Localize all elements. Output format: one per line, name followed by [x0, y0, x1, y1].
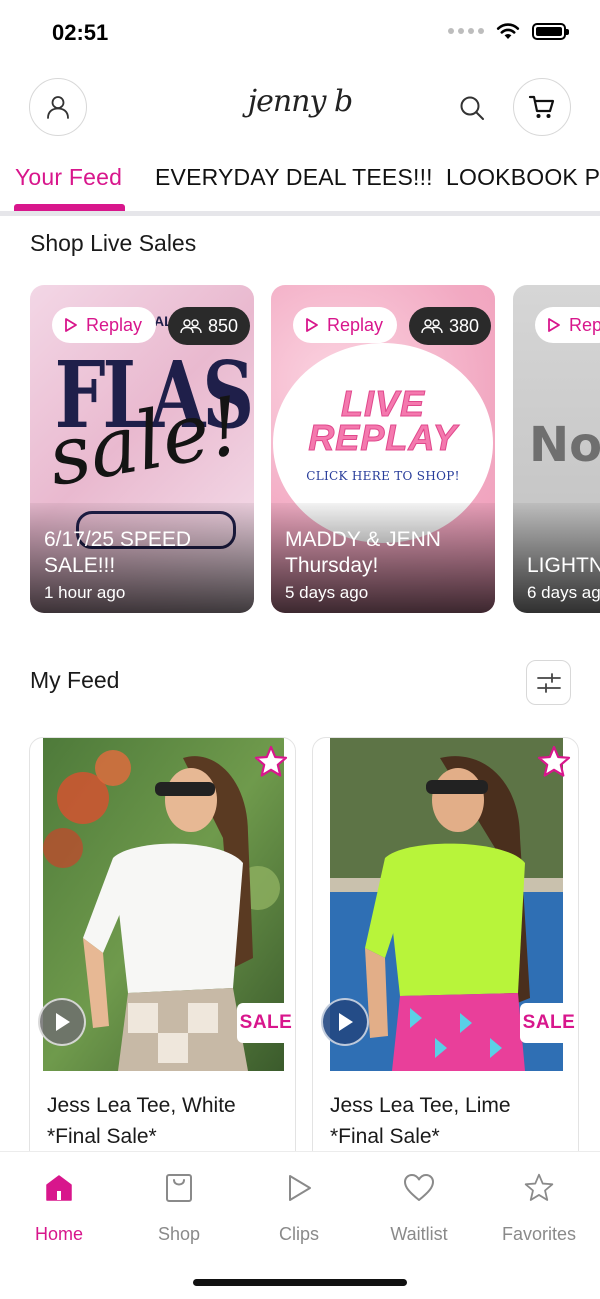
replay-label: Replay — [327, 314, 384, 335]
live-sale-card[interactable]: FLASH sale! ALS Replay 850 6/17/25 SPEED… — [30, 285, 254, 613]
replay-label: Replay — [86, 314, 143, 335]
viewer-count-badge: 380 — [409, 307, 492, 345]
play-icon — [56, 1013, 70, 1031]
status-time: 02:51 — [52, 20, 109, 45]
battery-icon — [532, 22, 569, 40]
thumbnail-no-text: No — [529, 417, 600, 473]
product-card[interactable]: SALE Jess Lea Tee, Lime *Final Sale* — [312, 737, 579, 1197]
play-outline-icon — [548, 318, 560, 332]
product-name[interactable]: Jess Lea Tee, Lime *Final Sale* — [330, 1090, 566, 1152]
play-outline-icon — [65, 318, 77, 332]
viewer-count-badge: 850 — [168, 307, 251, 345]
app-header: jenny b — [0, 78, 600, 138]
live-sale-card[interactable]: No Rep LIGHTN ROUND 6 days ag — [513, 285, 600, 613]
replay-label: Rep — [569, 314, 600, 335]
viewer-count: 380 — [449, 315, 480, 336]
replay-badge[interactable]: Replay — [293, 307, 398, 343]
viewer-count: 850 — [208, 315, 239, 336]
home-indicator[interactable] — [193, 1279, 407, 1286]
live-sale-card[interactable]: LIVE REPLAY CLICK HERE TO SHOP! Replay 3… — [271, 285, 495, 613]
wifi-icon — [496, 23, 520, 39]
nav-home[interactable]: Home — [4, 1168, 114, 1245]
live-sale-time: 1 hour ago — [44, 583, 126, 602]
search-icon — [460, 96, 484, 120]
nav-favorites[interactable]: Favorites — [484, 1168, 594, 1245]
live-sale-time: 6 days ag — [527, 583, 600, 602]
cart-button[interactable] — [513, 78, 571, 136]
status-bar: 02:51 — [0, 0, 600, 66]
product-card[interactable]: SALE Jess Lea Tee, White *Final Sale* — [29, 737, 296, 1197]
feed-tabs: Your Feed EVERYDAY DEAL TEES!!! LOOKBOOK… — [0, 150, 600, 216]
sale-badge: SALE — [237, 1003, 295, 1043]
play-icon — [339, 1013, 353, 1031]
favorite-star-icon[interactable] — [536, 744, 572, 780]
play-outline-icon — [306, 318, 318, 332]
sale-badge: SALE — [520, 1003, 578, 1043]
product-name[interactable]: Jess Lea Tee, White *Final Sale* — [47, 1090, 283, 1152]
feed-filter-button[interactable] — [526, 660, 571, 705]
live-sale-title: MADDY & JENN Thursday! — [285, 528, 441, 577]
brand-logo[interactable]: jenny b — [0, 84, 600, 119]
live-sale-title: LIGHTN ROUND — [527, 554, 600, 577]
heart-icon — [404, 1174, 434, 1201]
replay-badge[interactable]: Rep — [535, 307, 600, 343]
viewers-icon — [180, 319, 202, 334]
play-video-button[interactable] — [38, 998, 86, 1046]
search-button[interactable] — [452, 90, 492, 126]
nav-shop[interactable]: Shop — [124, 1168, 234, 1245]
live-sale-title: 6/17/25 SPEED SALE!!! — [44, 528, 192, 577]
play-video-button[interactable] — [321, 998, 369, 1046]
live-sale-time: 5 days ago — [285, 583, 369, 602]
live-sales-carousel[interactable]: FLASH sale! ALS Replay 850 6/17/25 SPEED… — [30, 285, 600, 615]
active-tab-indicator — [14, 204, 125, 211]
viewers-icon — [421, 319, 443, 334]
tab-your-feed[interactable]: Your Feed — [15, 164, 122, 191]
thumbnail-shop-text: CLICK HERE TO SHOP! — [306, 469, 460, 483]
favorite-star-icon[interactable] — [253, 744, 289, 780]
tab-lookbook[interactable]: LOOKBOOK PR — [446, 164, 600, 191]
home-icon — [46, 1175, 72, 1201]
nav-label: Clips — [278, 1224, 319, 1244]
nav-label: Waitlist — [390, 1224, 448, 1244]
play-icon — [289, 1175, 311, 1201]
replay-badge[interactable]: Replay — [52, 307, 157, 343]
thumbnail-replay-text: REPLAY — [308, 417, 458, 459]
tab-everyday-deal-tees[interactable]: EVERYDAY DEAL TEES!!! — [155, 164, 433, 191]
status-icons — [448, 22, 569, 40]
live-sales-title: Shop Live Sales — [30, 230, 197, 256]
nav-waitlist[interactable]: Waitlist — [364, 1168, 474, 1245]
my-feed-title: My Feed — [30, 667, 120, 693]
nav-label: Shop — [157, 1224, 201, 1244]
cellular-signal-icon — [448, 28, 484, 34]
bottom-navigation: Home Shop Clips Waitlist Favorites — [0, 1151, 600, 1299]
sliders-icon — [536, 672, 561, 693]
shopping-bag-icon — [166, 1174, 192, 1202]
cart-icon — [528, 95, 555, 118]
tabs-divider — [0, 211, 600, 216]
nav-label: Favorites — [501, 1224, 577, 1244]
nav-label: Home — [34, 1224, 83, 1244]
nav-clips[interactable]: Clips — [244, 1168, 354, 1245]
star-icon — [524, 1173, 554, 1201]
